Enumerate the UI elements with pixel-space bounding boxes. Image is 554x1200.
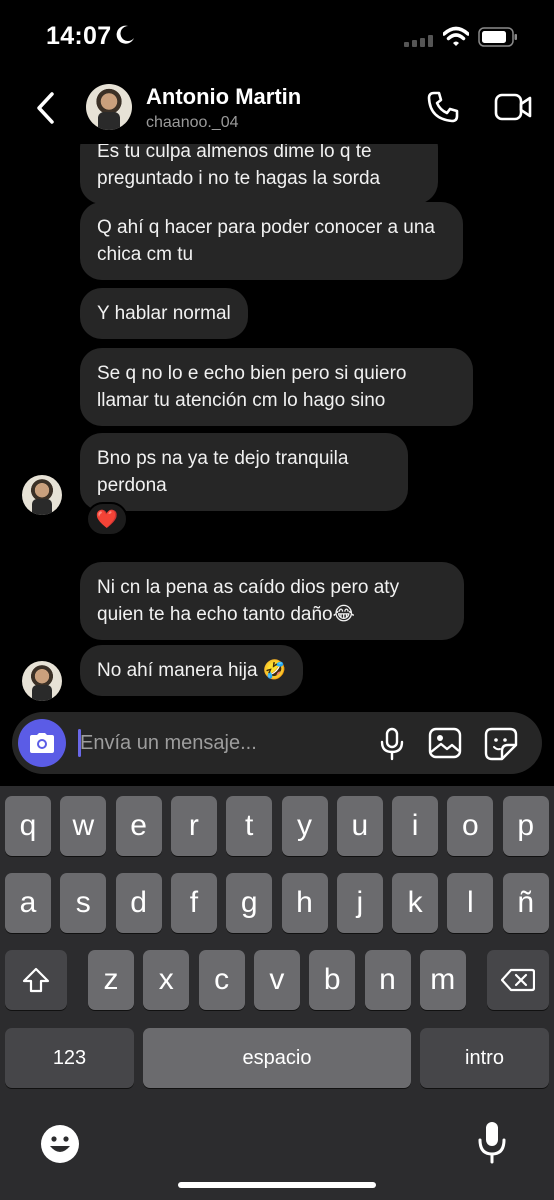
heart-icon: ❤️	[95, 508, 119, 529]
key-o[interactable]: o	[447, 796, 494, 856]
dictation-icon[interactable]	[476, 1120, 508, 1164]
space-key[interactable]: espacio	[143, 1028, 411, 1088]
emoji-icon[interactable]	[40, 1124, 80, 1164]
heart-reaction[interactable]: ❤️	[86, 502, 128, 536]
key-g[interactable]: g	[226, 873, 273, 933]
key-e[interactable]: e	[115, 796, 162, 856]
backspace-key[interactable]	[487, 950, 549, 1010]
key-m[interactable]: m	[419, 950, 466, 1010]
key-l[interactable]: l	[447, 873, 494, 933]
contact-avatar[interactable]	[22, 475, 62, 515]
key-s[interactable]: s	[60, 873, 107, 933]
contact-handle[interactable]: chaanoo._04	[146, 114, 239, 132]
key-d[interactable]: d	[115, 873, 162, 933]
key-j[interactable]: j	[336, 873, 383, 933]
key-z[interactable]: z	[88, 950, 134, 1010]
key-h[interactable]: h	[281, 873, 328, 933]
sticker-icon[interactable]	[484, 727, 518, 761]
message-bubble[interactable]: Es tu culpa almenos dime lo q te pregunt…	[80, 144, 438, 204]
key-t[interactable]: t	[226, 796, 273, 856]
camera-button[interactable]	[18, 719, 66, 767]
message-bubble[interactable]: Se q no lo e echo bien pero si quiero ll…	[80, 348, 473, 426]
key-f[interactable]: f	[170, 873, 217, 933]
status-bar: 14:07	[0, 0, 554, 72]
message-bubble[interactable]: No ahí manera hija 🤣	[80, 645, 304, 696]
battery-icon	[478, 27, 517, 47]
numbers-key[interactable]: 123	[5, 1028, 134, 1088]
contact-avatar[interactable]	[22, 661, 62, 701]
message-list[interactable]: Es tu culpa almenos dime lo q te pregunt…	[0, 144, 554, 704]
video-icon[interactable]	[494, 92, 532, 122]
gallery-icon[interactable]	[428, 727, 462, 759]
signal-icon	[404, 35, 433, 47]
chat-header: Antonio Martin chaanoo._04	[0, 72, 554, 144]
shift-key[interactable]	[5, 950, 67, 1010]
key-u[interactable]: u	[336, 796, 383, 856]
message-bubble[interactable]: Bno ps na ya te dejo tranquila perdona	[80, 433, 408, 511]
return-key[interactable]: intro	[420, 1028, 549, 1088]
key-b[interactable]: b	[309, 950, 356, 1010]
message-bubble[interactable]: Y hablar normal	[80, 288, 248, 339]
backspace-icon	[501, 968, 535, 992]
key-a[interactable]: a	[5, 873, 51, 933]
key-ñ[interactable]: ñ	[502, 873, 549, 933]
contact-avatar[interactable]	[86, 84, 132, 130]
key-n[interactable]: n	[364, 950, 411, 1010]
contact-name[interactable]: Antonio Martin	[146, 84, 301, 110]
key-v[interactable]: v	[253, 950, 300, 1010]
key-p[interactable]: p	[502, 796, 549, 856]
moon-icon	[116, 25, 134, 44]
mic-icon[interactable]	[378, 727, 406, 761]
message-composer	[12, 712, 542, 774]
key-y[interactable]: y	[281, 796, 328, 856]
back-icon[interactable]	[32, 90, 60, 126]
key-x[interactable]: x	[143, 950, 190, 1010]
message-bubble[interactable]: Ni cn la pena as caído dios pero aty qui…	[80, 562, 464, 640]
message-input[interactable]	[80, 729, 370, 757]
home-indicator[interactable]	[178, 1182, 376, 1188]
key-r[interactable]: r	[170, 796, 217, 856]
key-c[interactable]: c	[198, 950, 245, 1010]
key-q[interactable]: q	[5, 796, 51, 856]
key-k[interactable]: k	[392, 873, 439, 933]
status-time: 14:07	[46, 22, 112, 50]
key-w[interactable]: w	[60, 796, 107, 856]
camera-icon	[30, 733, 54, 753]
shift-icon	[22, 967, 50, 993]
key-i[interactable]: i	[392, 796, 439, 856]
wifi-icon	[443, 26, 469, 46]
phone-icon[interactable]	[426, 90, 460, 124]
message-bubble[interactable]: Q ahí q hacer para poder conocer a una c…	[80, 202, 463, 280]
